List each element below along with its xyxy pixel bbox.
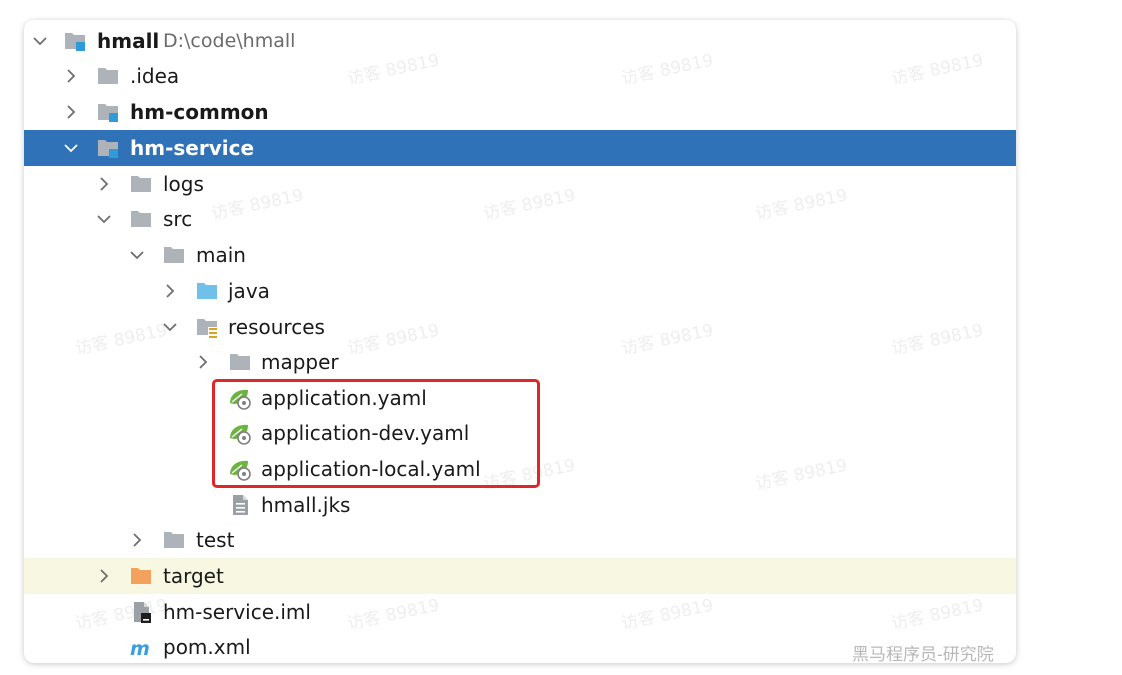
tree-label-mapper: mapper (261, 350, 339, 374)
text-file-icon (233, 495, 248, 515)
tree-label-java: java (228, 279, 270, 303)
chevron-right-icon[interactable] (193, 352, 213, 372)
excluded-folder-icon (131, 568, 151, 584)
tree-row-resources[interactable]: resources (24, 309, 1016, 345)
chevron-down-icon[interactable] (94, 209, 114, 229)
tree-label-hmall-jks: hmall.jks (261, 493, 351, 517)
tree-row-main[interactable]: main (24, 237, 1016, 273)
tree-label-target: target (163, 564, 224, 588)
tree-row-hmall[interactable]: hmall D:\code\hmall (24, 23, 1016, 59)
tree-label-src: src (163, 207, 193, 231)
tree-label-idea: .idea (130, 64, 180, 88)
tree-label-pom-xml: pom.xml (163, 635, 251, 659)
folder-icon (230, 354, 250, 370)
chevron-right-icon[interactable] (94, 174, 114, 194)
tree-row-idea[interactable]: .idea (24, 58, 1016, 94)
tree-row-hmall-jks[interactable]: hmall.jks (24, 487, 1016, 523)
tree-row-hm-service-iml[interactable]: hm-service.iml (24, 594, 1016, 630)
svg-text:m: m (130, 638, 150, 659)
tree-row-hm-common[interactable]: hm-common (24, 94, 1016, 130)
tree-row-src[interactable]: src (24, 201, 1016, 237)
chevron-right-icon[interactable] (160, 281, 180, 301)
project-tree-panel: 访客 89819 访客 89819 访客 89819 访客 89819 访客 8… (24, 20, 1016, 663)
chevron-right-icon[interactable] (127, 530, 147, 550)
module-folder-icon (65, 33, 85, 51)
folder-icon (98, 68, 118, 84)
folder-icon (131, 176, 151, 192)
tree-label-main: main (196, 243, 246, 267)
tree-row-test[interactable]: test (24, 522, 1016, 558)
folder-icon (164, 532, 184, 548)
source-folder-icon (197, 283, 217, 299)
tree-path-hmall: D:\code\hmall (163, 30, 296, 52)
tree-row-mapper[interactable]: mapper (24, 344, 1016, 380)
tree-label-logs: logs (163, 172, 204, 196)
tree-label-hm-service-iml: hm-service.iml (163, 600, 311, 624)
chevron-right-icon[interactable] (94, 566, 114, 586)
module-folder-icon (98, 140, 118, 158)
chevron-down-icon[interactable] (30, 31, 50, 51)
folder-icon (131, 211, 151, 227)
maven-icon: m (130, 638, 150, 659)
iml-file-icon (134, 602, 151, 623)
highlight-box (212, 379, 540, 488)
tree-row-logs[interactable]: logs (24, 166, 1016, 202)
tree-row-target[interactable]: target (24, 558, 1016, 594)
chevron-right-icon[interactable] (61, 66, 81, 86)
module-folder-icon (98, 104, 118, 122)
folder-icon (164, 247, 184, 263)
tree-label-hm-common: hm-common (130, 100, 269, 124)
footer-watermark: 黑马程序员-研究院 (852, 645, 994, 663)
chevron-down-icon[interactable] (127, 245, 147, 265)
resources-folder-icon (197, 319, 218, 338)
tree-row-java[interactable]: java (24, 273, 1016, 309)
chevron-down-icon[interactable] (61, 138, 81, 158)
tree-label-test: test (196, 528, 235, 552)
chevron-down-icon[interactable] (160, 317, 180, 337)
chevron-right-icon[interactable] (61, 102, 81, 122)
tree-label-hmall: hmall (97, 29, 160, 53)
tree-row-hm-service[interactable]: hm-service (24, 130, 1016, 166)
tree-label-hm-service: hm-service (130, 136, 255, 160)
tree-label-resources: resources (228, 315, 325, 339)
